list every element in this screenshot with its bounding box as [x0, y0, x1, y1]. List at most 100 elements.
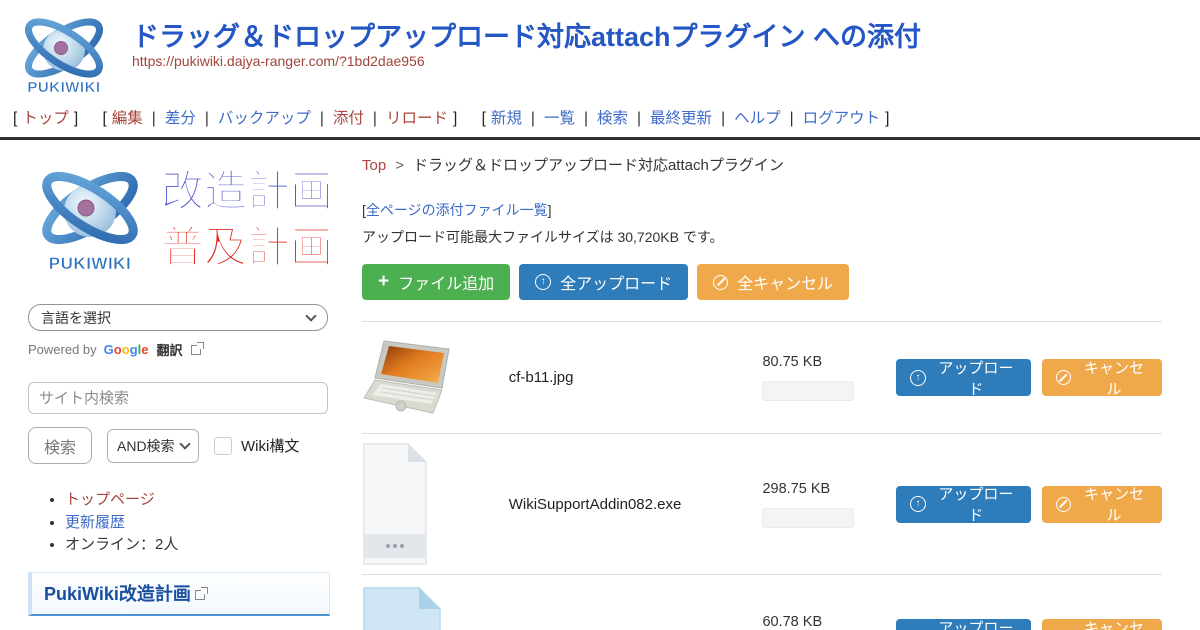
bracket: ] [74, 110, 78, 127]
file-thumbnail-cell: </> [362, 337, 509, 419]
wiki-syntax-label: Wiki構文 [241, 435, 299, 456]
upload-all-button[interactable]: 全アップロード [519, 264, 688, 300]
file-name: cf-b11.jpg [509, 369, 763, 386]
chevron-down-icon [179, 438, 190, 449]
cancel-icon [713, 275, 728, 290]
sidebar-logo-wordmark: PUKIWIKI [49, 254, 131, 273]
powered-by-google: Powered by Google 翻訳 [28, 340, 340, 359]
nav-item[interactable]: 検索 [575, 110, 628, 127]
file-size: 60.78 KB [762, 614, 878, 630]
nav-item[interactable]: 新規 [491, 110, 522, 127]
cancel-label: キャンセル [1080, 483, 1148, 525]
file-upload-list: </> cf-b11.jpg 80.75 KB アップロード キャンセル [362, 321, 1162, 630]
upload-icon [910, 370, 926, 386]
breadcrumb-home-link[interactable]: Top [362, 157, 386, 174]
cancel-all-label: 全キャンセル [737, 270, 833, 294]
bracket: ] [885, 110, 889, 127]
wiki-syntax-option: Wiki構文 [214, 435, 299, 456]
html-file-icon: </> [362, 586, 442, 630]
bracket: [ [13, 110, 17, 127]
page-url-link[interactable]: https://pukiwiki.dajya-ranger.com/?1bd2d… [132, 53, 425, 69]
nav-item[interactable]: 最終更新 [628, 110, 712, 127]
cancel-label: キャンセル [1080, 617, 1148, 630]
bulk-actions: ファイル追加 全アップロード 全キャンセル [362, 264, 1162, 300]
file-actions: アップロード キャンセル [896, 359, 1162, 396]
cancel-icon [1056, 497, 1071, 512]
file-meta-cell: 80.75 KB [762, 354, 878, 401]
upload-button[interactable]: アップロード [896, 486, 1031, 523]
upload-label: アップロード [935, 617, 1017, 630]
file-name: WikiSupportAddin082.exe [509, 496, 763, 513]
external-link-icon [195, 590, 205, 600]
bracket: [ [482, 110, 486, 127]
nav-item[interactable]: 添付 [311, 110, 364, 127]
add-file-button[interactable]: ファイル追加 [362, 264, 510, 300]
sidebar-link[interactable]: トップページ [65, 491, 155, 508]
cancel-button[interactable]: キャンセル [1042, 619, 1162, 630]
nav-item[interactable]: ヘルプ [712, 110, 781, 127]
nav-item[interactable]: トップ [22, 110, 69, 127]
search-controls: 検索 AND検索 Wiki構文 [28, 427, 340, 464]
file-actions: アップロード キャンセル [896, 486, 1162, 523]
file-size: 80.75 KB [762, 354, 878, 370]
chevron-down-icon [305, 310, 316, 321]
progress-bar [762, 508, 854, 528]
wiki-syntax-checkbox[interactable] [214, 437, 232, 455]
cancel-button[interactable]: キャンセル [1042, 486, 1162, 523]
search-button[interactable]: 検索 [28, 427, 92, 464]
sidebar: PUKIWIKI 改造計画 普及計画 言語を選択 Powered by Goog… [0, 140, 340, 630]
search-mode-value: AND検索 [117, 436, 175, 456]
breadcrumb: Top>ドラッグ＆ドロップアップロード対応attachプラグイン [362, 152, 1162, 175]
powered-by-text: Powered by [28, 342, 97, 357]
nav-group-site: [ 新規一覧検索最終更新ヘルプログアウト] [477, 110, 895, 127]
cancel-button[interactable]: キャンセル [1042, 359, 1162, 396]
nav-item[interactable]: リロード [364, 110, 448, 127]
cancel-label: キャンセル [1080, 357, 1148, 399]
nav-group-top: [ トップ] [8, 110, 83, 127]
sidebar-section-header[interactable]: PukiWiki改造計画 [28, 572, 330, 616]
bracket: ] [548, 202, 552, 218]
sidebar-logo-line1: 改造計画 [161, 168, 332, 216]
file-row: </> cf-b11.jpg 80.75 KB アップロード キャンセル [362, 321, 1162, 433]
add-file-label: ファイル追加 [398, 270, 494, 294]
sidebar-section-title: PukiWiki改造計画 [44, 584, 191, 604]
laptop-photo-thumbnail [362, 337, 458, 419]
max-upload-size-text: アップロード可能最大ファイルサイズは 30,720KB です。 [362, 227, 1162, 247]
upload-label: アップロード [935, 357, 1017, 399]
upload-all-label: 全アップロード [560, 270, 672, 294]
file-meta-cell: 60.78 KB [762, 614, 878, 630]
upload-button[interactable]: アップロード [896, 619, 1031, 630]
nav-item[interactable]: ログアウト [781, 110, 881, 127]
breadcrumb-current: ドラッグ＆ドロップアップロード対応attachプラグイン [413, 157, 784, 174]
nav-item[interactable]: 差分 [143, 110, 196, 127]
sidebar-link[interactable]: オンライン：2人 [65, 536, 178, 553]
all-attachments-link[interactable]: 全ページの添付ファイル一覧 [366, 202, 548, 218]
bracket: ] [453, 110, 457, 127]
google-wordmark: Google [104, 342, 149, 357]
nav-item[interactable]: 編集 [112, 110, 143, 127]
nav-item[interactable]: バックアップ [196, 110, 311, 127]
progress-bar [762, 381, 854, 401]
cancel-icon [1056, 370, 1071, 385]
list-item: 更新履歴 [65, 513, 340, 533]
sidebar-link[interactable]: 更新履歴 [65, 514, 125, 531]
nav-group-page: [ 編集差分バックアップ添付リロード] [97, 110, 462, 127]
cancel-all-button[interactable]: 全キャンセル [697, 264, 849, 300]
external-link-icon [191, 345, 201, 355]
bracket: [ [102, 110, 106, 127]
plus-icon [378, 272, 389, 292]
file-row: </> contents.html 60.78 KB アップロード キャンセル [362, 574, 1162, 630]
translate-label: 翻訳 [157, 340, 183, 359]
search-mode-select[interactable]: AND検索 [107, 429, 199, 463]
upload-label: アップロード [935, 483, 1017, 525]
upload-icon [910, 496, 926, 512]
sidebar-logo-line2: 普及計画 [161, 224, 332, 272]
file-thumbnail-cell: </> [362, 586, 509, 630]
upload-button[interactable]: アップロード [896, 359, 1031, 396]
nav-item[interactable]: 一覧 [522, 110, 575, 127]
file-row: </> WikiSupportAddin082.exe 298.75 KB アッ… [362, 433, 1162, 574]
site-search-input[interactable] [28, 382, 328, 414]
list-item: オンライン：2人 [65, 535, 340, 555]
language-select[interactable]: 言語を選択 [28, 304, 328, 331]
file-actions: アップロード キャンセル [896, 619, 1162, 630]
